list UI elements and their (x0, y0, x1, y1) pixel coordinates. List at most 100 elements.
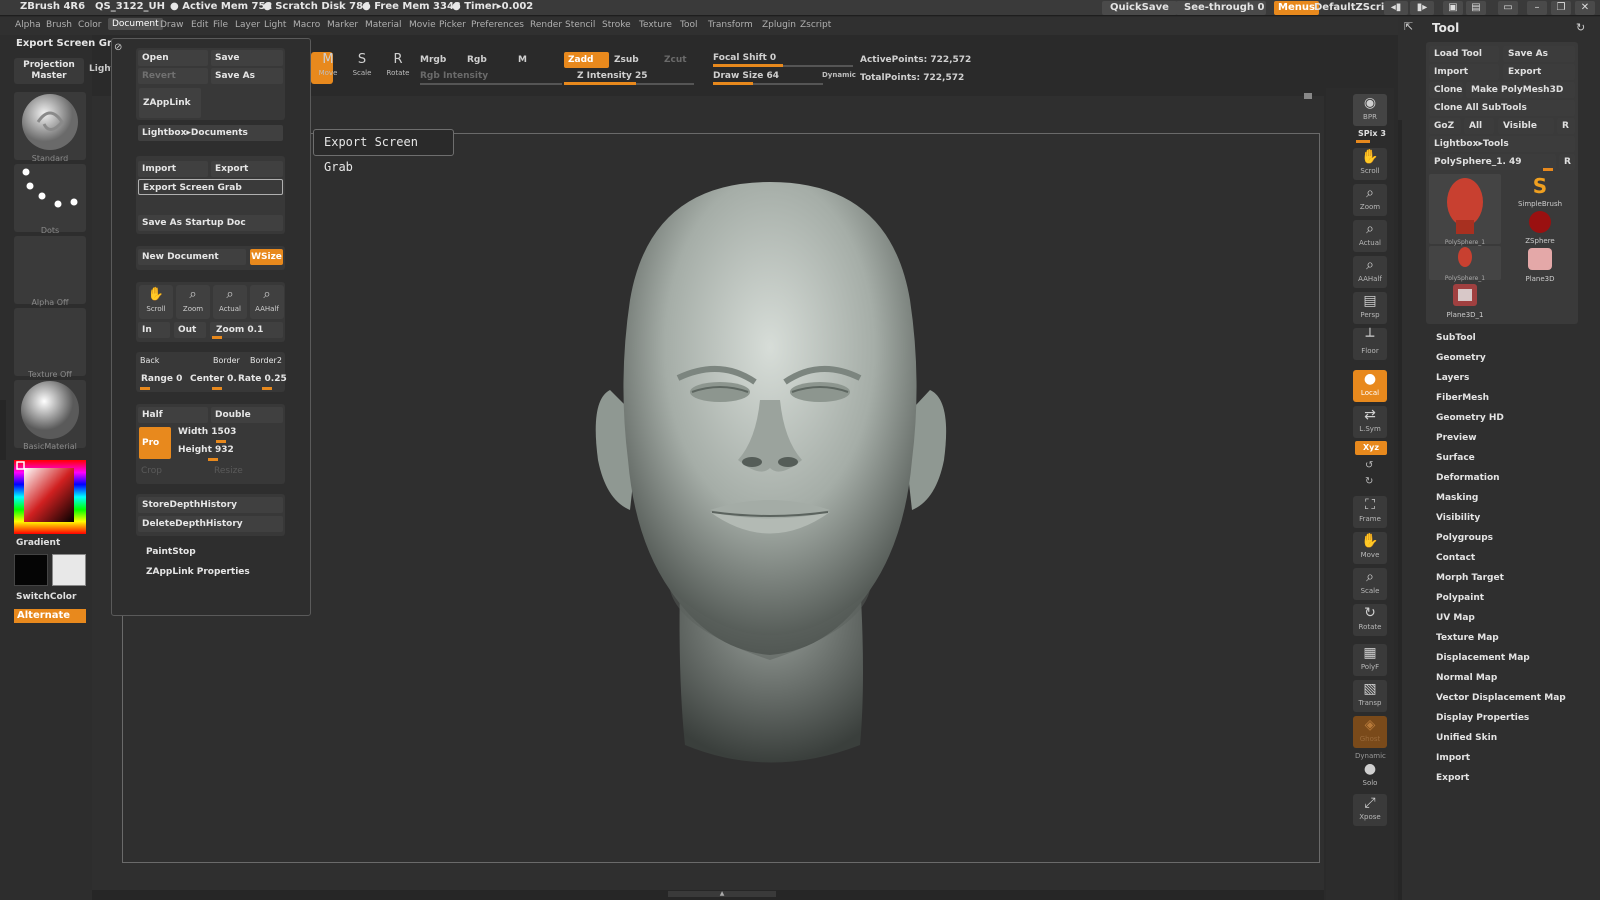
rotate-button[interactable]: R Rotate (382, 52, 414, 78)
tool-refresh-icon[interactable]: ↻ (1576, 21, 1585, 34)
clone-all-subtools-button[interactable]: Clone All SubTools (1429, 100, 1575, 116)
projection-master-button[interactable]: Projection Master (14, 58, 84, 84)
zsub-button[interactable]: Zsub (614, 55, 639, 65)
rgb-intensity-slider[interactable]: Rgb Intensity (420, 71, 488, 81)
right-tray-divider[interactable] (1398, 120, 1402, 900)
zapplink-properties-menu[interactable]: ZAppLink Properties (146, 567, 250, 577)
resize-button[interactable]: Resize (214, 466, 243, 476)
double-button[interactable]: Double (211, 407, 283, 423)
rotate-y-icon[interactable]: ↺ (1365, 460, 1373, 471)
aahalf-view-button[interactable]: ⌕ AAHalf (1353, 256, 1387, 288)
import-button[interactable]: Import (138, 161, 208, 177)
z-intensity-slider[interactable]: Z Intensity 25 (577, 71, 648, 81)
menu-zplugin[interactable]: Zplugin (762, 20, 796, 30)
save-as-button[interactable]: Save As (211, 68, 283, 84)
section-contact[interactable]: Contact (1436, 553, 1475, 563)
see-through-slider[interactable]: See-through 0 (1176, 1, 1266, 15)
scale-button[interactable]: S Scale (347, 52, 377, 78)
zoom-out-button[interactable]: Out (174, 322, 206, 338)
frame-button[interactable]: ⛶ Frame (1353, 496, 1387, 528)
menu-picker[interactable]: Picker (439, 20, 466, 30)
zoom-button[interactable]: ⌕ Zoom (176, 285, 210, 319)
tool-pin-icon[interactable]: ⇱ (1404, 20, 1413, 33)
xyz-button[interactable]: Xyz (1355, 441, 1387, 455)
move-button[interactable]: M Move (313, 52, 343, 78)
zadd-button[interactable]: Zadd (564, 52, 609, 68)
persp-button[interactable]: ▤ Persp (1353, 292, 1387, 324)
section-vector-displacement-map[interactable]: Vector Displacement Map (1436, 693, 1566, 703)
secondary-color-swatch[interactable] (14, 554, 48, 586)
section-polypaint[interactable]: Polypaint (1436, 593, 1484, 603)
dynamic-button[interactable]: Dynamic (822, 71, 856, 79)
layout-next-icon[interactable]: ▮▸ (1410, 1, 1434, 15)
delete-depth-history-button[interactable]: DeleteDepthHistory (138, 516, 283, 532)
left-tray-handle[interactable] (0, 400, 6, 460)
solo-button[interactable]: ● Solo (1353, 760, 1387, 792)
scroll-view-button[interactable]: ✋ Scroll (1353, 148, 1387, 180)
border-color-button[interactable]: Border (213, 356, 240, 365)
scroll-button[interactable]: ✋ Scroll (139, 285, 173, 319)
menu-layer[interactable]: Layer (235, 20, 260, 30)
zoom-in-button[interactable]: In (138, 322, 170, 338)
tool-thumb-plane3d-1[interactable]: Plane3D_1 (1429, 282, 1501, 320)
section-import[interactable]: Import (1436, 753, 1470, 763)
section-subtool[interactable]: SubTool (1436, 333, 1476, 343)
aahalf-button[interactable]: ⌕ AAHalf (250, 285, 284, 319)
move-view-button[interactable]: ✋ Move (1353, 532, 1387, 564)
lightbox-documents-button[interactable]: Lightbox▸Documents (138, 125, 283, 141)
back-color-button[interactable]: Back (140, 356, 159, 365)
primary-color-swatch[interactable] (52, 554, 86, 586)
border2-color-button[interactable]: Border2 (250, 356, 282, 365)
zapplink-button[interactable]: ZAppLink (139, 88, 201, 118)
open-button[interactable]: Open (138, 50, 208, 66)
section-geometry[interactable]: Geometry (1436, 353, 1486, 363)
section-polygroups[interactable]: Polygroups (1436, 533, 1493, 543)
polyf-button[interactable]: ▦ PolyF (1353, 644, 1387, 676)
palette-icon[interactable]: ▣ (1443, 1, 1463, 15)
menu-render[interactable]: Render (530, 20, 562, 30)
floor-button[interactable]: ┴ Floor (1353, 328, 1387, 360)
gradient-label[interactable]: Gradient (16, 538, 60, 548)
section-deformation[interactable]: Deformation (1436, 473, 1500, 483)
close-icon[interactable]: ✕ (1575, 1, 1595, 15)
layout-prev-icon[interactable]: ◂▮ (1384, 1, 1408, 15)
rotate-view-button[interactable]: ↻ Rotate (1353, 604, 1387, 636)
ghost-button[interactable]: ◈ Ghost (1353, 716, 1387, 748)
menu-document[interactable]: Document (108, 18, 163, 30)
menu-texture[interactable]: Texture (639, 20, 672, 30)
zcut-button[interactable]: Zcut (664, 55, 687, 65)
range-slider[interactable]: Range 0 (141, 374, 182, 384)
section-morph-target[interactable]: Morph Target (1436, 573, 1504, 583)
menu-draw[interactable]: Draw (160, 20, 184, 30)
menu-color[interactable]: Color (78, 20, 102, 30)
menu-file[interactable]: File (213, 20, 228, 30)
menu-material[interactable]: Material (365, 20, 402, 30)
half-button[interactable]: Half (138, 407, 208, 423)
export-button[interactable]: Export (211, 161, 283, 177)
texture-thumbnail[interactable] (14, 308, 86, 376)
brush-thumbnail[interactable] (14, 92, 86, 160)
section-uv-map[interactable]: UV Map (1436, 613, 1475, 623)
section-geometry-hd[interactable]: Geometry HD (1436, 413, 1504, 423)
alpha-thumbnail[interactable] (14, 236, 86, 304)
draw-size-slider[interactable]: Draw Size 64 (713, 71, 779, 81)
maximize-icon[interactable]: ❐ (1551, 1, 1571, 15)
pro-button[interactable]: Pro (139, 427, 171, 459)
canvas-resize-handle[interactable] (1304, 93, 1312, 99)
menu-stroke[interactable]: Stroke (602, 20, 631, 30)
section-visibility[interactable]: Visibility (1436, 513, 1480, 523)
goz-button[interactable]: GoZ (1429, 118, 1461, 134)
menu-macro[interactable]: Macro (293, 20, 320, 30)
palette2-icon[interactable]: ▤ (1466, 1, 1486, 15)
tool-export-button[interactable]: Export (1503, 64, 1575, 80)
center-slider[interactable]: Center 0. (190, 374, 237, 384)
current-tool-slider[interactable]: PolySphere_1. 49 (1429, 154, 1556, 170)
wsize-button[interactable]: WSize (250, 249, 283, 265)
bottom-tray-toggle-icon[interactable]: ▲ (668, 891, 776, 897)
save-button[interactable]: Save (211, 50, 283, 66)
tool-save-as-button[interactable]: Save As (1503, 46, 1575, 62)
quicksave-button[interactable]: QuickSave (1102, 1, 1177, 15)
zoom-view-button[interactable]: ⌕ Zoom (1353, 184, 1387, 216)
tool-thumb-polysphere[interactable]: PolySphere_1 (1429, 174, 1501, 246)
make-polymesh3d-button[interactable]: Make PolyMesh3D (1466, 82, 1575, 98)
